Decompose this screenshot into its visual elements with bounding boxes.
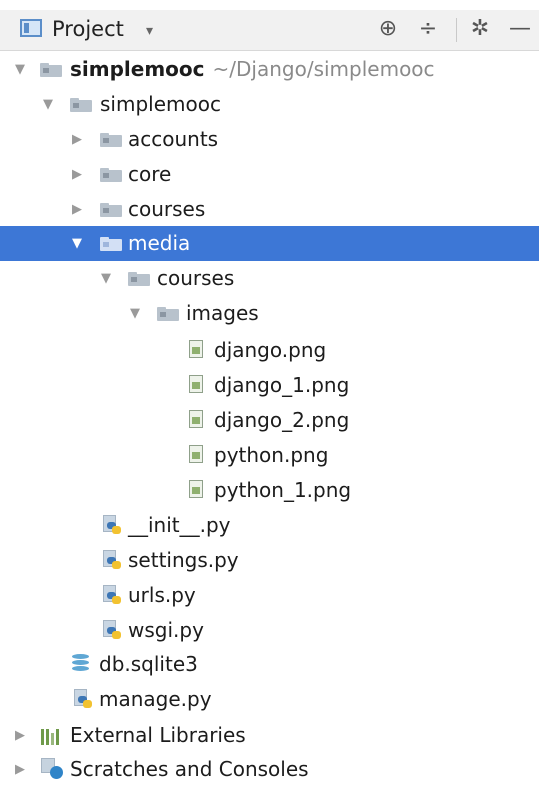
tree-item-label: python.png — [214, 443, 329, 467]
tree-item-label: wsgi.py — [128, 618, 204, 642]
folder-icon — [100, 133, 122, 147]
tree-item-python-png[interactable]: python.png — [0, 438, 539, 473]
tree-item-wsgi-py[interactable]: wsgi.py — [0, 613, 539, 648]
tree-item-simplemooc[interactable]: ▼ simplemooc — [0, 87, 539, 122]
python-file-icon — [73, 689, 93, 709]
tree-item-label: simplemooc — [100, 92, 221, 116]
tree-item-label: db.sqlite3 — [99, 652, 198, 676]
python-file-icon — [102, 550, 122, 570]
python-file-icon — [102, 620, 122, 640]
tree-item-label: core — [128, 162, 172, 186]
folder-icon — [40, 63, 62, 77]
tree-item-root[interactable]: ▼ simplemooc ~/Django/simplemooc — [0, 52, 539, 87]
image-file-icon — [189, 340, 205, 360]
tree-item-label: courses — [128, 197, 206, 221]
expand-arrow-icon[interactable]: ▶ — [69, 157, 85, 192]
collapse-all-icon[interactable]: ÷ — [414, 14, 442, 44]
python-file-icon — [102, 585, 122, 605]
image-file-icon — [189, 410, 205, 430]
scratches-icon — [41, 758, 65, 780]
tree-item-manage-py[interactable]: manage.py — [0, 682, 539, 717]
tree-item-settings-py[interactable]: settings.py — [0, 543, 539, 578]
image-file-icon — [189, 445, 205, 465]
expand-arrow-icon[interactable]: ▶ — [12, 752, 28, 787]
folder-icon — [157, 307, 179, 321]
tree-item-core[interactable]: ▶ core — [0, 157, 539, 192]
tree-item-label: __init__.py — [128, 513, 231, 537]
project-view-selector[interactable]: Project — [52, 16, 124, 42]
folder-icon — [128, 272, 150, 286]
expand-arrow-icon[interactable]: ▶ — [12, 718, 28, 753]
tree-item-label: media — [128, 231, 191, 255]
tree-item-label: python_1.png — [214, 478, 352, 502]
tree-item-media[interactable]: ▼ media — [0, 226, 539, 261]
folder-icon — [100, 237, 122, 251]
tree-item-django1-png[interactable]: django_1.png — [0, 368, 539, 403]
expand-arrow-icon[interactable]: ▼ — [127, 296, 143, 331]
image-file-icon — [189, 480, 205, 500]
project-toolbar: Project ▾ ⊕ ÷ ✲ — — [0, 10, 539, 51]
tree-item-external-libraries[interactable]: ▶ External Libraries — [0, 718, 539, 753]
tree-item-images[interactable]: ▼ images — [0, 296, 539, 331]
tree-item-label: django.png — [214, 338, 327, 362]
tree-item-label: accounts — [128, 127, 219, 151]
tree-item-label: External Libraries — [70, 723, 246, 747]
project-path: ~/Django/simplemooc — [212, 57, 435, 81]
tree-item-django-png[interactable]: django.png — [0, 333, 539, 368]
expand-arrow-icon[interactable]: ▼ — [40, 87, 56, 122]
tree-item-label: settings.py — [128, 548, 239, 572]
tree-item-label: django_2.png — [214, 408, 350, 432]
image-file-icon — [189, 375, 205, 395]
expand-arrow-icon[interactable]: ▼ — [98, 261, 114, 296]
chevron-down-icon[interactable]: ▾ — [146, 18, 153, 44]
gear-icon[interactable]: ✲ — [466, 14, 494, 44]
expand-arrow-icon[interactable]: ▶ — [69, 122, 85, 157]
folder-icon — [70, 98, 92, 112]
library-icon — [41, 727, 63, 745]
tree-item-media-courses[interactable]: ▼ courses — [0, 261, 539, 296]
expand-arrow-icon[interactable]: ▼ — [69, 226, 85, 261]
folder-icon — [100, 168, 122, 182]
toolbar-divider — [456, 18, 457, 42]
tree-item-label: django_1.png — [214, 373, 350, 397]
tree-item-label: manage.py — [99, 687, 212, 711]
python-file-icon — [102, 515, 122, 535]
hide-panel-icon[interactable]: — — [506, 14, 534, 44]
database-icon — [70, 653, 90, 675]
tree-item-courses[interactable]: ▶ courses — [0, 192, 539, 227]
tree-item-init-py[interactable]: __init__.py — [0, 508, 539, 543]
locate-icon[interactable]: ⊕ — [374, 14, 402, 44]
tree-item-label: simplemooc ~/Django/simplemooc — [70, 52, 435, 87]
project-panel-icon — [20, 19, 42, 37]
tree-item-django2-png[interactable]: django_2.png — [0, 403, 539, 438]
tree-item-label: Scratches and Consoles — [70, 757, 309, 781]
folder-icon — [100, 203, 122, 217]
tree-item-accounts[interactable]: ▶ accounts — [0, 122, 539, 157]
tree-item-urls-py[interactable]: urls.py — [0, 578, 539, 613]
tree-item-label: urls.py — [128, 583, 196, 607]
tree-item-label: images — [186, 301, 259, 325]
expand-arrow-icon[interactable]: ▼ — [12, 52, 28, 87]
tree-item-label: courses — [157, 266, 235, 290]
tree-item-db-sqlite3[interactable]: db.sqlite3 — [0, 647, 539, 682]
project-name: simplemooc — [70, 57, 205, 81]
expand-arrow-icon[interactable]: ▶ — [69, 192, 85, 227]
tree-item-python1-png[interactable]: python_1.png — [0, 473, 539, 508]
tree-item-scratches[interactable]: ▶ Scratches and Consoles — [0, 752, 539, 787]
